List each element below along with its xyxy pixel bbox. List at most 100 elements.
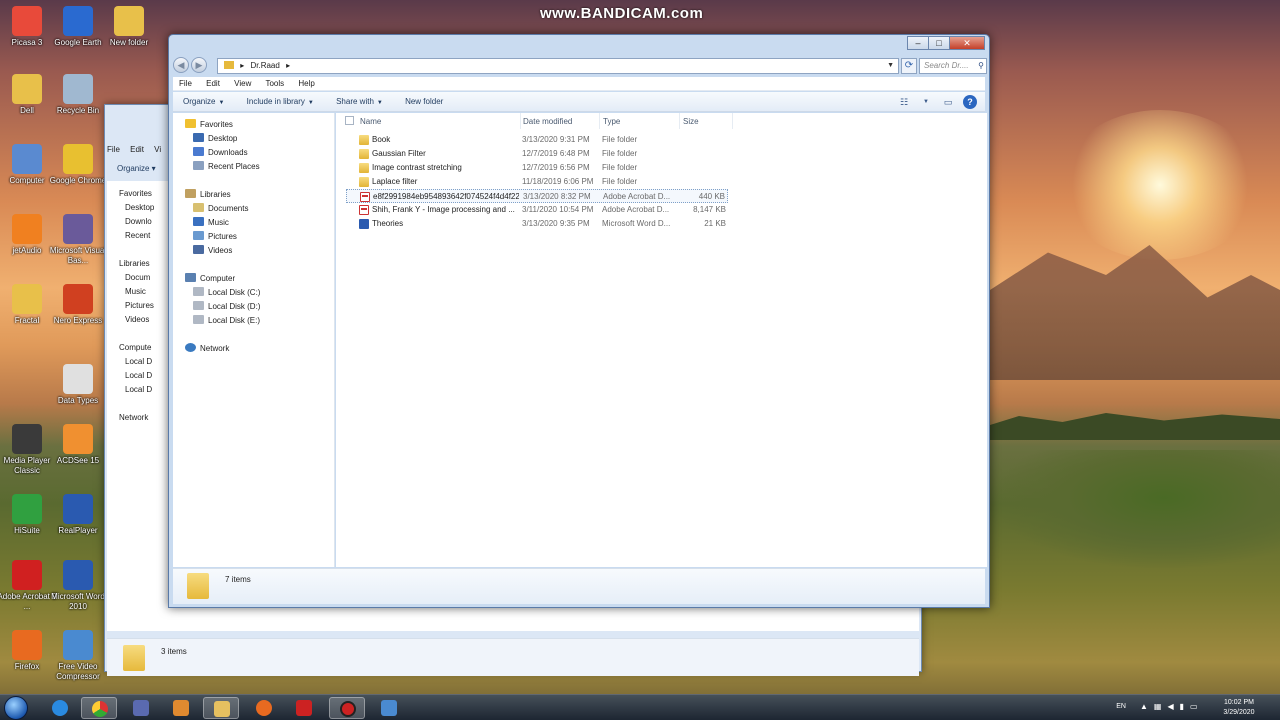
taskbar-media-player[interactable] xyxy=(163,697,199,719)
search-icon[interactable]: ⚲ xyxy=(978,59,984,73)
minimize-button[interactable]: – xyxy=(907,36,929,50)
taskbar-ie[interactable] xyxy=(42,697,78,719)
signal-icon[interactable]: ▮ xyxy=(1180,702,1184,714)
taskbar-control-panel[interactable] xyxy=(371,697,407,719)
help-icon[interactable]: ? xyxy=(963,95,977,109)
search-input[interactable]: Search Dr.... ⚲ xyxy=(919,58,987,74)
menu-file[interactable]: File xyxy=(179,79,192,88)
back-menu-view[interactable]: Vi xyxy=(154,145,161,154)
power-icon[interactable]: ▭ xyxy=(1190,702,1198,714)
nav-desktop[interactable]: Desktop xyxy=(193,133,237,143)
clock[interactable]: 10:02 PM 3/29/2020 xyxy=(1214,698,1264,718)
back-nav-documents[interactable]: Docum xyxy=(107,271,171,285)
breadcrumb-chevron[interactable]: ▸ xyxy=(286,61,290,70)
file-row[interactable]: e8f2991984eb954893642f074524f4d4f225 3/13… xyxy=(346,189,728,203)
back-nav-network[interactable]: Network xyxy=(107,411,171,425)
back-nav-videos[interactable]: Videos xyxy=(107,313,171,327)
desktop-icon-new-folder[interactable]: New folder xyxy=(98,6,160,48)
back-nav-pictures[interactable]: Pictures xyxy=(107,299,171,313)
column-divider[interactable] xyxy=(599,113,600,129)
back-nav-disk-e[interactable]: Local D xyxy=(107,383,171,397)
address-bar[interactable]: ▸ Dr.Raad ▸ ▼ xyxy=(217,58,899,74)
explorer-window[interactable]: – □ ✕ ◀ ▶ ▸ Dr.Raad ▸ ▼ ⟳ Search Dr.... … xyxy=(168,34,990,608)
menu-help[interactable]: Help xyxy=(298,79,314,88)
file-list-pane[interactable]: Name Date modified Type Size Book 3/13/20… xyxy=(336,113,987,567)
desktop-icon-data-types[interactable]: Data Types xyxy=(47,364,109,406)
taskbar-visual-basic[interactable] xyxy=(123,697,159,719)
desktop-icon-microsoft-visual-bas[interactable]: Microsoft Visual Bas... xyxy=(47,214,109,266)
back-nav-libraries[interactable]: Libraries xyxy=(107,257,171,271)
view-options-icon[interactable]: ☷ xyxy=(897,95,911,109)
nav-local-disk-c[interactable]: Local Disk (C:) xyxy=(193,287,260,297)
desktop-icon-acdsee-15[interactable]: ACDSee 15 xyxy=(47,424,109,466)
nav-music[interactable]: Music xyxy=(193,217,229,227)
desktop-icon-free-video-compressor[interactable]: Free Video Compressor xyxy=(47,630,109,682)
close-button[interactable]: ✕ xyxy=(949,36,985,50)
preview-pane-icon[interactable]: ▭ xyxy=(941,95,955,109)
back-organize-button[interactable]: Organize ▾ xyxy=(117,164,156,173)
back-arrow-icon[interactable]: ◀ xyxy=(173,57,189,73)
nav-recent-places[interactable]: Recent Places xyxy=(193,161,260,171)
share-with-button[interactable]: Share with ▼ xyxy=(336,97,383,106)
back-nav-desktop[interactable]: Desktop xyxy=(107,201,171,215)
nav-local-disk-d[interactable]: Local Disk (D:) xyxy=(193,301,260,311)
nav-network[interactable]: Network xyxy=(185,343,229,353)
language-indicator[interactable]: EN xyxy=(1116,703,1126,710)
back-nav-recent[interactable]: Recent xyxy=(107,229,171,243)
desktop-icon-recycle-bin[interactable]: Recycle Bin xyxy=(47,74,109,116)
nav-pictures[interactable]: Pictures xyxy=(193,231,237,241)
taskbar-bandicam[interactable] xyxy=(329,697,365,719)
back-nav-computer[interactable]: Compute xyxy=(107,341,171,355)
taskbar-acrobat[interactable] xyxy=(286,697,322,719)
path-root-chevron[interactable]: ▸ xyxy=(240,61,244,70)
volume-icon[interactable]: ◀ xyxy=(1167,702,1173,714)
desktop-icon-google-chrome[interactable]: Google Chrome xyxy=(47,144,109,186)
new-folder-button[interactable]: New folder xyxy=(405,97,443,106)
start-button[interactable] xyxy=(4,696,28,720)
column-size[interactable]: Size xyxy=(683,117,699,126)
chevron-down-icon[interactable]: ▼ xyxy=(919,95,933,109)
column-date-modified[interactable]: Date modified xyxy=(523,117,572,126)
organize-button[interactable]: Organize ▼ xyxy=(183,97,224,106)
file-row[interactable]: Book 3/13/2020 9:31 PM File folder xyxy=(346,133,728,147)
back-menu-file[interactable]: File xyxy=(107,145,120,154)
menu-tools[interactable]: Tools xyxy=(265,79,284,88)
taskbar-explorer[interactable] xyxy=(203,697,239,719)
back-nav-favorites[interactable]: Favorites xyxy=(107,187,171,201)
nav-favorites[interactable]: Favorites xyxy=(185,119,233,129)
column-divider[interactable] xyxy=(732,113,733,129)
back-nav-disk-d[interactable]: Local D xyxy=(107,369,171,383)
breadcrumb-current[interactable]: Dr.Raad xyxy=(250,61,279,70)
select-all-checkbox[interactable] xyxy=(345,116,354,125)
network-icon[interactable]: ▦ xyxy=(1154,702,1162,714)
menu-edit[interactable]: Edit xyxy=(206,79,220,88)
back-menu-edit[interactable]: Edit xyxy=(130,145,144,154)
file-row[interactable]: Theories 3/13/2020 9:35 PM Microsoft Word … xyxy=(346,217,728,231)
column-type[interactable]: Type xyxy=(603,117,620,126)
desktop-icon-microsoft-word-2010[interactable]: Microsoft Word 2010 xyxy=(47,560,109,612)
title-bar[interactable]: – □ ✕ xyxy=(169,35,989,57)
desktop-icon-nero-express[interactable]: Nero Express xyxy=(47,284,109,326)
back-nav-music[interactable]: Music xyxy=(107,285,171,299)
nav-downloads[interactable]: Downloads xyxy=(193,147,248,157)
file-row[interactable]: Gaussian Filter 12/7/2019 6:48 PM File fol… xyxy=(346,147,728,161)
include-in-library-button[interactable]: Include in library ▼ xyxy=(247,97,314,106)
show-hidden-icons-icon[interactable]: ▲ xyxy=(1140,702,1148,714)
column-name[interactable]: Name xyxy=(360,117,381,126)
forward-arrow-icon[interactable]: ▶ xyxy=(191,57,207,73)
back-nav-disk-c[interactable]: Local D xyxy=(107,355,171,369)
file-row[interactable]: Image contrast stretching 12/7/2019 6:56 … xyxy=(346,161,728,175)
refresh-icon[interactable]: ⟳ xyxy=(901,58,917,74)
taskbar-firefox[interactable] xyxy=(246,697,282,719)
back-nav-downloads[interactable]: Downlo xyxy=(107,215,171,229)
desktop-icon-realplayer[interactable]: RealPlayer xyxy=(47,494,109,536)
menu-view[interactable]: View xyxy=(234,79,251,88)
nav-computer[interactable]: Computer xyxy=(185,273,235,283)
file-row[interactable]: Laplace filter 11/18/2019 6:06 PM File fol… xyxy=(346,175,728,189)
nav-local-disk-e[interactable]: Local Disk (E:) xyxy=(193,315,260,325)
taskbar-chrome[interactable] xyxy=(81,697,117,719)
nav-videos[interactable]: Videos xyxy=(193,245,232,255)
maximize-button[interactable]: □ xyxy=(928,36,950,50)
nav-documents[interactable]: Documents xyxy=(193,203,248,213)
chevron-down-icon[interactable]: ▼ xyxy=(887,59,894,73)
